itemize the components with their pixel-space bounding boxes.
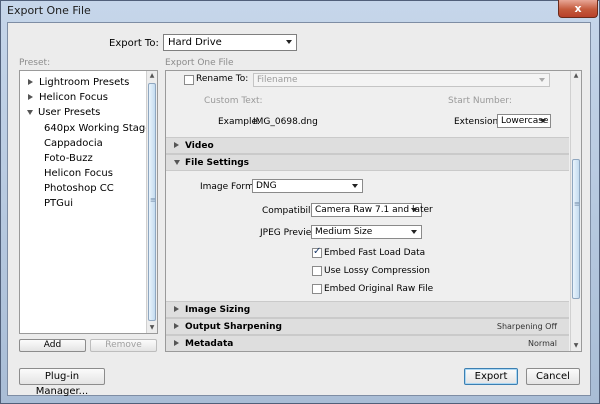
tree-item-helicon-focus-folder[interactable]: Helicon Focus: [28, 92, 108, 103]
section-title: Video: [185, 141, 214, 151]
embed-original-raw-checkbox[interactable]: [312, 284, 322, 294]
section-title: Metadata: [185, 339, 234, 349]
chevron-down-icon: [540, 119, 546, 123]
custom-text-label: Custom Text:: [204, 96, 263, 106]
title-bar[interactable]: Export One File: [0, 0, 598, 22]
example-value: IMG_0698.dng: [253, 117, 318, 127]
export-to-label: Export To:: [109, 38, 159, 49]
grip-icon: ≡: [574, 200, 580, 208]
embed-fast-load-data-checkbox[interactable]: [312, 246, 322, 258]
export-one-file-label: Export One File: [165, 58, 234, 68]
section-image-sizing[interactable]: Image Sizing: [166, 301, 569, 318]
plugin-manager-button[interactable]: Plug-in Manager...: [19, 368, 105, 397]
scroll-up-icon[interactable]: ▲: [571, 71, 581, 81]
image-format-value: DNG: [256, 181, 277, 191]
expand-arrow-icon[interactable]: [174, 323, 179, 329]
tree-item-label: User Presets: [38, 107, 101, 118]
export-button[interactable]: Export: [464, 368, 518, 385]
preset-label: Preset:: [19, 58, 51, 68]
section-title: Image Sizing: [185, 305, 251, 315]
tree-item-lightroom-presets[interactable]: Lightroom Presets: [28, 77, 129, 88]
expand-arrow-icon[interactable]: [28, 79, 33, 85]
expand-arrow-icon[interactable]: [28, 94, 33, 100]
collapse-arrow-icon[interactable]: [174, 160, 180, 165]
lossy-compression-checkbox[interactable]: [312, 266, 322, 276]
scrollbar-thumb[interactable]: ≡: [572, 159, 580, 299]
scroll-down-icon[interactable]: ▼: [571, 341, 581, 351]
extensions-dropdown[interactable]: Lowercase: [497, 114, 551, 128]
embed-fast-load-data-label: Embed Fast Load Data: [324, 248, 426, 258]
preset-ptgui[interactable]: PTGui: [44, 198, 73, 209]
section-file-settings[interactable]: File Settings: [166, 154, 569, 171]
start-number-label: Start Number:: [448, 96, 512, 106]
collapse-arrow-icon[interactable]: [27, 109, 33, 115]
metadata-status: Normal: [528, 339, 557, 348]
jpeg-preview-dropdown[interactable]: Medium Size: [311, 225, 422, 239]
sharpening-status: Sharpening Off: [496, 322, 557, 331]
section-output-sharpening[interactable]: Output Sharpening Sharpening Off: [166, 318, 569, 335]
rename-label: Rename To:: [196, 74, 249, 84]
add-preset-button[interactable]: Add: [19, 339, 86, 352]
embed-original-raw-label: Embed Original Raw File: [324, 284, 434, 294]
tree-item-user-presets[interactable]: User Presets: [27, 107, 100, 118]
expand-arrow-icon[interactable]: [174, 306, 179, 312]
chevron-down-icon: [352, 184, 358, 188]
rename-template-dropdown[interactable]: Filename: [253, 73, 550, 87]
compatibility-dropdown[interactable]: Camera Raw 7.1 and later: [311, 203, 433, 217]
export-to-dropdown[interactable]: Hard Drive: [163, 34, 297, 51]
preset-photoshop-cc[interactable]: Photoshop CC: [44, 183, 114, 194]
tree-item-label: Lightroom Presets: [39, 77, 130, 88]
chevron-down-icon: [411, 230, 417, 234]
preset-foto-buzz[interactable]: Foto-Buzz: [44, 153, 93, 164]
section-video[interactable]: Video: [166, 137, 569, 154]
preset-640px-working-stages[interactable]: 640px Working Stages: [44, 123, 157, 134]
section-title: File Settings: [185, 158, 250, 168]
rename-checkbox[interactable]: [184, 75, 194, 85]
preset-scrollbar[interactable]: ▲ ≡ ▼: [146, 71, 157, 333]
rename-template-value: Filename: [257, 75, 298, 85]
section-metadata[interactable]: Metadata Normal: [166, 335, 569, 351]
image-format-dropdown[interactable]: DNG: [252, 179, 363, 193]
grip-icon: ≡: [150, 196, 156, 204]
export-to-value: Hard Drive: [168, 37, 222, 48]
scroll-down-icon[interactable]: ▼: [147, 323, 157, 333]
jpeg-preview-value: Medium Size: [315, 227, 373, 237]
remove-preset-button[interactable]: Remove: [90, 339, 157, 352]
export-settings-panel: Rename To: Filename Custom Text: Start N…: [165, 70, 582, 352]
scrollbar-thumb[interactable]: ≡: [148, 83, 156, 321]
chevron-down-icon: [539, 78, 545, 82]
expand-arrow-icon[interactable]: [174, 142, 179, 148]
chevron-down-icon: [286, 40, 292, 44]
expand-arrow-icon[interactable]: [174, 340, 179, 346]
chevron-down-icon: [411, 208, 417, 212]
preset-helicon-focus[interactable]: Helicon Focus: [44, 168, 113, 179]
preset-tree: Lightroom Presets Helicon Focus User Pre…: [19, 70, 158, 334]
preset-cappadocia[interactable]: Cappadocia: [44, 138, 103, 149]
section-title: Output Sharpening: [185, 322, 282, 332]
window-title: Export One File: [7, 4, 91, 17]
scroll-up-icon[interactable]: ▲: [147, 71, 157, 81]
cancel-button[interactable]: Cancel: [526, 368, 580, 385]
close-button[interactable]: x: [558, 0, 598, 18]
lossy-compression-label: Use Lossy Compression: [324, 266, 431, 276]
tree-item-label: Helicon Focus: [39, 92, 108, 103]
settings-scrollbar[interactable]: ▲ ≡ ▼: [570, 71, 581, 351]
